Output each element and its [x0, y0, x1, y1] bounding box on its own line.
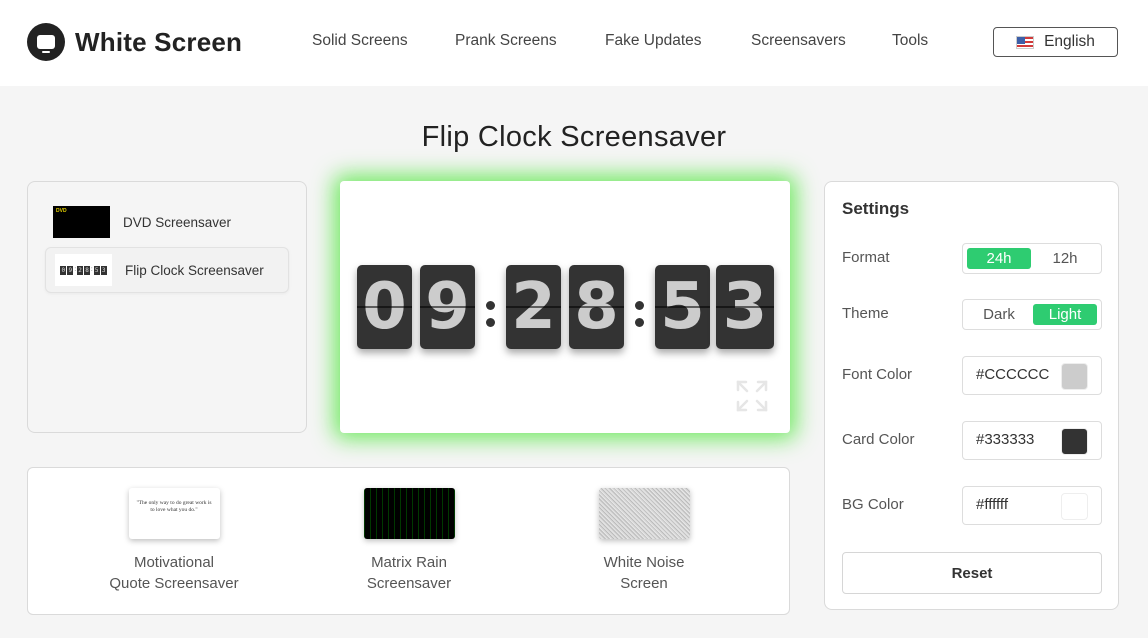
nav-tools[interactable]: Tools [892, 32, 928, 50]
bg-color-input[interactable] [976, 496, 1054, 513]
us-flag-icon [1016, 35, 1035, 49]
font-color-label: Font Color [842, 366, 913, 383]
flip-clock-thumbnail: 09:28:53 [55, 254, 112, 286]
settings-panel: Settings Format 24h 12h Theme Dark Light… [824, 181, 1119, 610]
card-color-field [962, 421, 1102, 460]
card-color-input[interactable] [976, 431, 1054, 448]
bg-color-field [962, 486, 1102, 525]
settings-title: Settings [842, 199, 910, 218]
brand-logo[interactable]: White Screen [27, 23, 242, 61]
related-screensavers: "The only way to do great work is to lov… [27, 467, 790, 615]
monitor-icon [27, 23, 65, 61]
related-label: Motivational Quote Screensaver [109, 554, 239, 592]
language-selector[interactable]: English [993, 27, 1118, 57]
nav-screensavers[interactable]: Screensavers [751, 32, 846, 50]
screensaver-list: DVD Screensaver 09:28:53 Flip Clock Scre… [27, 181, 307, 433]
theme-dark-option[interactable]: Dark [967, 304, 1031, 325]
brand-name: White Screen [75, 26, 243, 57]
font-color-field [962, 356, 1102, 395]
clock-digit-second-ones: 3 [716, 265, 774, 349]
font-color-swatch[interactable] [1061, 363, 1088, 390]
format-24h-option[interactable]: 24h [967, 248, 1031, 269]
clock-digit-hour-ones: 9 [420, 265, 475, 349]
bg-color-swatch[interactable] [1061, 493, 1088, 520]
language-label: English [1044, 33, 1095, 50]
list-item-flip-clock-screensaver[interactable]: 09:28:53 Flip Clock Screensaver [45, 247, 289, 293]
clock-digit-minute-tens: 2 [506, 265, 561, 349]
flip-clock-display[interactable]: 0 9 2 8 5 3 [340, 181, 790, 433]
fullscreen-icon[interactable] [735, 379, 769, 413]
clock-digit-second-tens: 5 [655, 265, 710, 349]
theme-light-option[interactable]: Light [1033, 304, 1097, 325]
related-white-noise[interactable]: White Noise Screen [544, 488, 744, 594]
noise-thumbnail [598, 488, 690, 539]
bg-color-label: BG Color [842, 496, 904, 513]
list-item-dvd-screensaver[interactable]: DVD Screensaver [53, 206, 231, 238]
clock-digit-minute-ones: 8 [569, 265, 624, 349]
theme-toggle: Dark Light [962, 299, 1102, 330]
dvd-thumbnail [53, 206, 110, 238]
clock-digit-hour-tens: 0 [357, 265, 412, 349]
font-color-input[interactable] [976, 366, 1054, 383]
reset-button[interactable]: Reset [842, 552, 1102, 594]
site-header: White Screen Solid Screens Prank Screens… [0, 0, 1148, 86]
nav-solid-screens[interactable]: Solid Screens [312, 32, 408, 50]
list-item-label: Flip Clock Screensaver [125, 262, 264, 278]
clock-separator [486, 301, 495, 329]
format-label: Format [842, 249, 890, 266]
quote-thumbnail: "The only way to do great work is to lov… [128, 488, 220, 539]
related-motivational-quote[interactable]: "The only way to do great work is to lov… [74, 488, 274, 594]
card-color-label: Card Color [842, 431, 915, 448]
matrix-thumbnail [363, 488, 455, 539]
card-color-swatch[interactable] [1061, 428, 1088, 455]
theme-label: Theme [842, 305, 889, 322]
related-label: White Noise Screen [603, 554, 685, 592]
nav-prank-screens[interactable]: Prank Screens [455, 32, 557, 50]
page-title: Flip Clock Screensaver [421, 121, 727, 153]
list-item-label: DVD Screensaver [123, 214, 232, 230]
nav-fake-updates[interactable]: Fake Updates [605, 32, 702, 50]
format-12h-option[interactable]: 12h [1033, 248, 1097, 269]
related-label: Matrix Rain Screensaver [366, 554, 452, 592]
clock-separator [635, 301, 644, 329]
format-toggle: 24h 12h [962, 243, 1102, 274]
related-matrix-rain[interactable]: Matrix Rain Screensaver [309, 488, 509, 594]
